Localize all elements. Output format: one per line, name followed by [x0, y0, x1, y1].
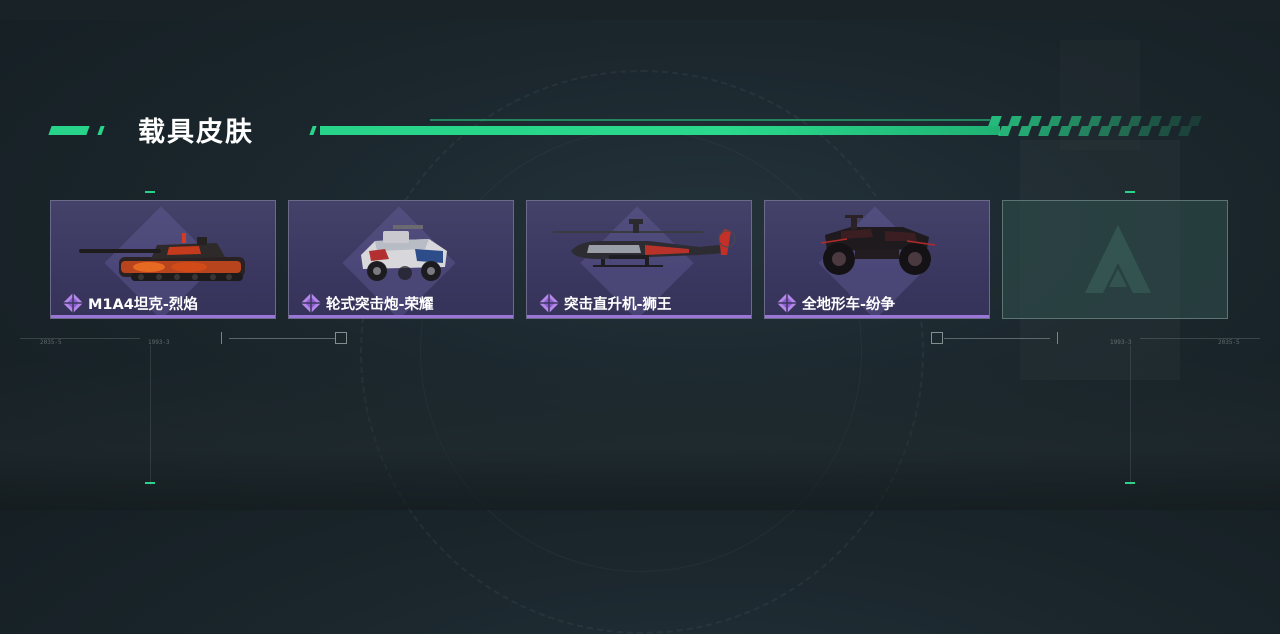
card-label: 突击直升机-狮王	[538, 292, 672, 314]
helicopter-icon	[553, 219, 736, 267]
card-rarity-underline	[527, 315, 751, 318]
hud-vertical-guide	[1130, 345, 1131, 485]
hud-marker	[221, 332, 222, 344]
background-city	[0, 360, 1280, 510]
purple-gem-icon	[62, 292, 84, 314]
hud-code: 1993-3	[1110, 339, 1132, 346]
corner-tick	[1125, 191, 1135, 193]
hud-line	[944, 338, 1050, 339]
hud-box	[335, 332, 347, 344]
hud-vertical-guide	[150, 345, 151, 485]
hud-code: 2035-5	[1218, 339, 1240, 346]
card-rarity-underline	[289, 315, 513, 318]
purple-gem-icon	[776, 292, 798, 314]
tank-icon	[79, 233, 245, 281]
header-bar	[320, 126, 1000, 135]
header-thin-line	[430, 119, 990, 121]
skin-card-atv[interactable]: 全地形车-纷争	[764, 200, 990, 319]
header-accent-dash	[97, 126, 105, 135]
atv-icon	[820, 215, 936, 275]
skin-card-tank[interactable]: M1A4坦克-烈焰	[50, 200, 276, 319]
purple-gem-icon	[300, 292, 322, 314]
card-label: 全地形车-纷争	[776, 292, 895, 314]
hud-line	[1140, 338, 1260, 339]
card-rarity-underline	[51, 315, 275, 318]
skin-card-assault-gun[interactable]: 轮式突击炮-荣耀	[288, 200, 514, 319]
card-name: 突击直升机-狮王	[564, 296, 672, 313]
armored-car-icon	[361, 225, 447, 281]
empty-skin-slot[interactable]	[1002, 200, 1228, 319]
hud-code: 2035-5	[40, 339, 62, 346]
section-title: 载具皮肤	[138, 117, 254, 148]
card-name: M1A4坦克-烈焰	[88, 296, 198, 313]
purple-gem-icon	[538, 292, 560, 314]
hud-code: 1993-3	[148, 339, 170, 346]
top-bar	[0, 0, 1280, 20]
empty-slot-logo-icon	[1085, 225, 1151, 293]
hud-marker	[1057, 332, 1058, 344]
hud-line	[229, 338, 335, 339]
corner-tick	[145, 191, 155, 193]
card-label: M1A4坦克-烈焰	[62, 292, 198, 314]
hud-box	[931, 332, 943, 344]
header-checker-pattern	[988, 116, 1202, 136]
card-name: 轮式突击炮-荣耀	[326, 296, 434, 313]
header-accent-dash	[48, 126, 90, 135]
header-accent-dash	[309, 126, 317, 135]
hud-line	[20, 338, 140, 339]
card-name: 全地形车-纷争	[802, 296, 896, 313]
skin-card-helicopter[interactable]: 突击直升机-狮王	[526, 200, 752, 319]
card-label: 轮式突击炮-荣耀	[300, 292, 434, 314]
card-rarity-underline	[765, 315, 989, 318]
